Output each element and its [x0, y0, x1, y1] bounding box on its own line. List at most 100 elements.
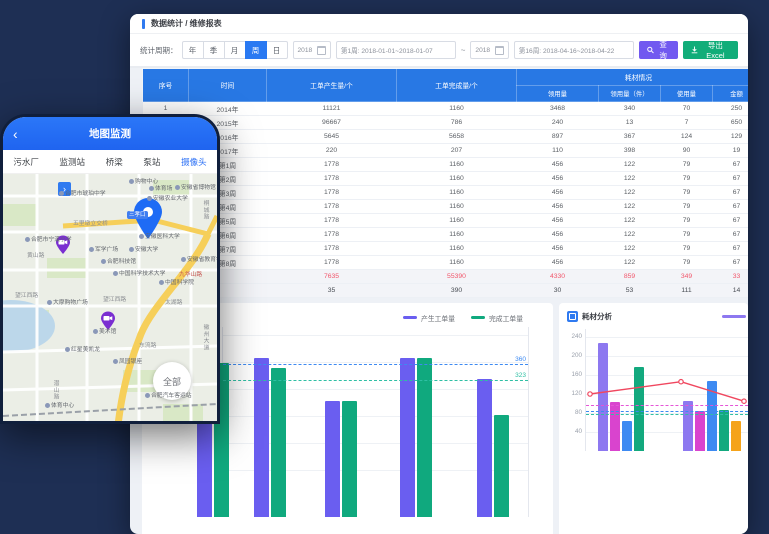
table-row[interactable]: 32016年56455658897367124129	[143, 130, 749, 144]
phone-tab[interactable]: 泵站	[143, 156, 160, 168]
map-view[interactable]: › 全部 购物中心体育场合肥市琥珀中学安徽农业大学安徽省博物馆桐城路三孝口五里墩…	[3, 174, 217, 421]
year-end-select[interactable]: 2018	[470, 41, 508, 59]
table-cell: 1160	[397, 158, 517, 172]
filter-bar: 统计周期： 年季月周日 2018 第1周: 2018-01-01~2018-01…	[130, 34, 748, 68]
table-cell: 122	[599, 200, 661, 214]
search-button[interactable]: 查询	[639, 41, 678, 59]
table-cell: 122	[599, 228, 661, 242]
table-cell: 7	[661, 116, 713, 130]
phone-tab[interactable]: 摄像头	[181, 156, 207, 168]
phone-header: ‹ 地图监测	[3, 117, 217, 150]
phone-tab[interactable]: 桥梁	[106, 156, 123, 168]
range-separator: ~	[461, 46, 466, 55]
map-label: 安徽医科大学	[139, 231, 180, 240]
bar[interactable]	[477, 379, 492, 517]
table-row[interactable]: 5第1周177811604561227967	[143, 158, 749, 172]
table-cell: 124	[661, 130, 713, 144]
poi-icon	[139, 234, 144, 239]
period-button[interactable]: 月	[224, 41, 246, 59]
phone-tab-bar: 污水厂 监测站 桥梁 泵站 摄像头	[3, 150, 217, 174]
table-cell: 122	[599, 256, 661, 270]
table-row[interactable]: 12第8周177811604561227967	[143, 256, 749, 270]
table-cell: 786	[397, 116, 517, 130]
map-label: 安徽大学	[129, 244, 158, 253]
table-cell: 897	[517, 130, 599, 144]
table-cell: 79	[661, 256, 713, 270]
legend-item[interactable]: 完成工单量	[471, 313, 523, 323]
table-row[interactable]: 8第4周177811604561227967	[143, 200, 749, 214]
map-label: 五里墩立交桥	[73, 218, 108, 227]
table-row[interactable]: 6第2周177811604561227967	[143, 172, 749, 186]
breadcrumb-accent	[142, 19, 145, 29]
back-icon[interactable]: ‹	[13, 127, 18, 141]
table-cell: 240	[517, 116, 599, 130]
period-button[interactable]: 日	[266, 41, 288, 59]
map-label: 安徽省博物馆	[175, 182, 216, 191]
table-row[interactable]: 10第6周177811604561227967	[143, 228, 749, 242]
period-button[interactable]: 周	[245, 41, 267, 59]
charts-row: 产生工单量完成工单量 360323 耗材分析 2402001601208040	[142, 303, 748, 534]
table-cell: 456	[517, 242, 599, 256]
table-cell: 1778	[267, 214, 397, 228]
map-label: 潜山路	[51, 380, 60, 400]
table-cell: 79	[661, 214, 713, 228]
table-cell: 79	[661, 200, 713, 214]
table-cell: 67	[713, 186, 749, 200]
map-label: 东流路	[139, 340, 156, 349]
map-label: 红星美凯龙	[65, 344, 100, 353]
bar[interactable]	[494, 415, 509, 517]
table-cell: 1160	[397, 102, 517, 116]
poi-icon	[93, 329, 98, 334]
table-cell: 456	[517, 200, 599, 214]
map-label: 体育中心	[45, 400, 74, 409]
table-cell: 67	[713, 228, 749, 242]
phone-tab[interactable]: 污水厂	[13, 156, 39, 168]
total-row: 合计763555390433085934933	[143, 270, 749, 284]
bar[interactable]	[325, 401, 340, 517]
year-start-select[interactable]: 2018	[293, 41, 331, 59]
bar[interactable]	[271, 368, 286, 517]
table-row[interactable]: 12014年111211160346834070250	[143, 102, 749, 116]
trend-line	[586, 329, 748, 451]
legend-item[interactable]: 产生工单量	[403, 313, 455, 323]
poi-icon	[181, 257, 186, 262]
table-cell: 2014年	[189, 102, 267, 116]
table-row[interactable]: 42017年2202071103989019	[143, 144, 749, 158]
table-row[interactable]: 22015年96667786240137650	[143, 116, 749, 130]
table-cell: 122	[599, 158, 661, 172]
breadcrumb-bar: 数据统计 / 维修报表	[130, 14, 748, 34]
table-cell: 1160	[397, 172, 517, 186]
period-button[interactable]: 季	[203, 41, 225, 59]
phone-tab[interactable]: 监测站	[60, 156, 86, 168]
bar[interactable]	[342, 401, 357, 517]
map-label: 安徽省教育学院	[181, 254, 217, 263]
bar[interactable]	[400, 358, 415, 517]
poi-icon	[65, 347, 70, 352]
table-cell: 67	[713, 242, 749, 256]
table-row[interactable]: 7第3周177811604561227967	[143, 186, 749, 200]
week-end-input[interactable]: 第16周: 2018-04-16~2018-04-22	[514, 41, 634, 59]
bar[interactable]	[254, 358, 269, 517]
table-cell: 456	[517, 256, 599, 270]
map-label: 望江西路	[15, 290, 38, 299]
table-cell: 122	[599, 172, 661, 186]
table-cell: 1778	[267, 256, 397, 270]
table-cell: 13	[599, 116, 661, 130]
table-row[interactable]: 11第7周177811604561227967	[143, 242, 749, 256]
bar[interactable]	[417, 358, 432, 517]
subcolumn-header: 金额	[713, 86, 749, 102]
export-excel-button[interactable]: 导出Excel	[683, 41, 738, 59]
table-row[interactable]: 9第5周177811604561227967	[143, 214, 749, 228]
table-cell: 67	[713, 158, 749, 172]
week-start-input[interactable]: 第1周: 2018-01-01~2018-01-07	[336, 41, 456, 59]
table-cell: 456	[517, 158, 599, 172]
table-cell: 3468	[517, 102, 599, 116]
poi-icon	[25, 237, 30, 242]
map-label: 黄山路	[27, 250, 44, 259]
period-button[interactable]: 年	[182, 41, 204, 59]
map-label: 太湖路	[165, 297, 182, 306]
reference-line: 360	[223, 364, 528, 365]
poi-icon	[101, 259, 106, 264]
column-header: 工单产生量/个	[267, 69, 397, 102]
poi-icon	[113, 271, 118, 276]
